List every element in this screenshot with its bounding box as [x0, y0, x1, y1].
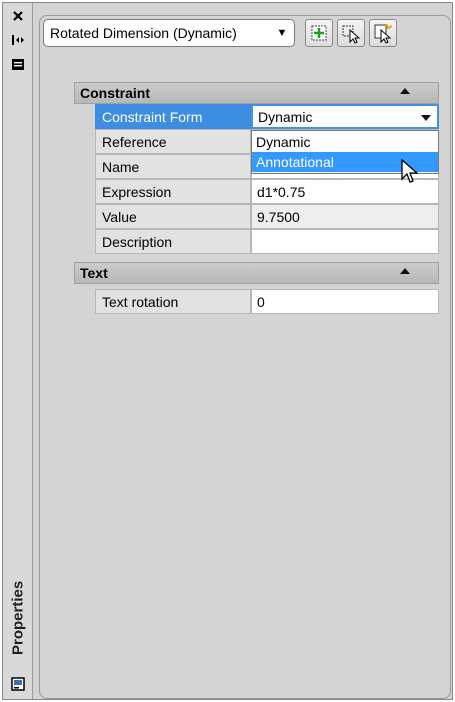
section-title: Constraint [80, 85, 150, 101]
property-value[interactable]: 9.7500 [251, 204, 439, 229]
option-dynamic[interactable]: Dynamic [252, 132, 438, 152]
object-type-select[interactable]: Rotated Dimension (Dynamic) ▼ [43, 19, 295, 47]
palette-icon[interactable] [9, 675, 27, 693]
property-label: Value [95, 204, 251, 229]
chevron-down-icon[interactable] [421, 115, 431, 121]
properties-palette: Properties Rotated Dimension (Dynamic) ▼ [2, 2, 453, 700]
toggle-pickadd-button[interactable] [305, 19, 333, 47]
toggle-pickadd-icon [311, 25, 327, 41]
palette-title-bar: Properties [3, 3, 33, 699]
property-value: Dynamic [258, 108, 313, 125]
auto-hide-icon[interactable] [9, 31, 27, 49]
section-text-header[interactable]: Text [74, 262, 439, 284]
property-row-expression[interactable]: Expression d1*0.75 [74, 179, 439, 204]
collapse-arrow-icon[interactable] [400, 88, 410, 94]
property-label: Constraint Form [95, 104, 251, 129]
property-label: Name [95, 154, 251, 179]
palette-title: Properties [9, 580, 27, 656]
close-icon[interactable] [9, 7, 27, 25]
property-row-text-rotation[interactable]: Text rotation 0 [74, 289, 439, 314]
property-label: Text rotation [95, 289, 251, 314]
select-objects-button[interactable] [337, 19, 365, 47]
property-row-value[interactable]: Value 9.7500 [74, 204, 439, 229]
select-objects-icon [342, 25, 361, 44]
properties-menu-icon[interactable] [9, 55, 27, 73]
section-title: Text [80, 265, 108, 281]
quick-select-button[interactable] [369, 19, 397, 47]
property-row-constraint-form[interactable]: Constraint Form Dynamic [74, 104, 439, 129]
property-label: Description [95, 229, 251, 254]
quick-select-icon [374, 23, 393, 44]
property-value[interactable] [251, 229, 439, 254]
property-value[interactable]: 0 [251, 289, 439, 314]
section-constraint-header[interactable]: Constraint [74, 82, 439, 104]
constraint-form-dropdown[interactable]: Dynamic [251, 104, 439, 129]
mouse-pointer-icon [401, 158, 419, 188]
property-label: Expression [95, 179, 251, 204]
collapse-arrow-icon[interactable] [400, 268, 410, 274]
property-label: Reference [95, 129, 251, 154]
property-row-description[interactable]: Description [74, 229, 439, 254]
object-type-label: Rotated Dimension (Dynamic) [50, 25, 237, 41]
chevron-down-icon: ▼ [276, 27, 288, 39]
